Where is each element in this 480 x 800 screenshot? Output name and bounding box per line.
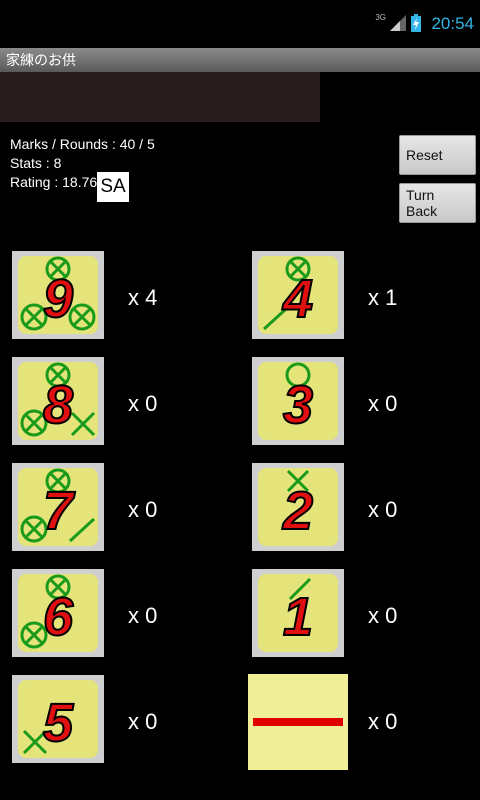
count-4: x 1 [368,285,398,310]
stats-text: Stats : 8 [10,155,62,171]
number-3-button[interactable]: 3 [252,357,344,445]
count-1: x 0 [368,603,398,628]
count-6: x 0 [128,603,158,628]
stats-panel: Marks / Rounds : 40 / 5 Stats : 8 Rating… [10,135,155,192]
count-miss: x 0 [368,709,398,734]
rating-text: Rating : 18.76 [10,174,98,190]
number-1-button[interactable]: 1 [252,569,344,657]
clock: 20:54 [431,14,474,33]
count-8: x 0 [128,391,158,416]
miss-button[interactable] [248,674,348,770]
count-7: x 0 [128,497,158,522]
number-label: 8 [43,375,73,435]
app-title: 家練のお供 [6,52,76,68]
number-9-button[interactable]: 9 [12,251,104,339]
number-label: 9 [43,269,73,329]
turn-back-button[interactable]: Turn Back [399,183,476,223]
reset-button[interactable]: Reset [399,135,476,175]
number-8-button[interactable]: 8 [12,357,104,445]
count-2: x 0 [368,497,398,522]
app-title-bar: 家練のお供 [0,48,480,72]
number-label: 1 [283,587,313,647]
rating-badge: SA [97,172,129,202]
number-2-button[interactable]: 2 [252,463,344,551]
number-label: 4 [282,269,313,329]
battery-charging-icon [411,14,421,32]
marks-rounds-text: Marks / Rounds : 40 / 5 [10,136,155,152]
number-label: 6 [43,587,74,647]
count-9: x 4 [128,285,158,310]
number-label: 2 [282,481,313,541]
count-3: x 0 [368,391,398,416]
number-label: 5 [43,693,74,753]
number-7-button[interactable]: 7 [12,463,104,551]
number-label: 7 [43,481,76,541]
number-4-button[interactable]: 4 [252,251,344,339]
status-icons: 3G [375,12,422,32]
signal-icon [390,15,406,31]
count-5: x 0 [128,709,158,734]
miss-dash-icon [253,718,343,726]
ad-banner [0,72,320,122]
number-6-button[interactable]: 6 [12,569,104,657]
status-bar: 3G 20:54 [0,0,480,48]
number-5-button[interactable]: 5 [12,675,104,763]
number-label: 3 [283,375,313,435]
network-type-label: 3G [375,12,386,22]
